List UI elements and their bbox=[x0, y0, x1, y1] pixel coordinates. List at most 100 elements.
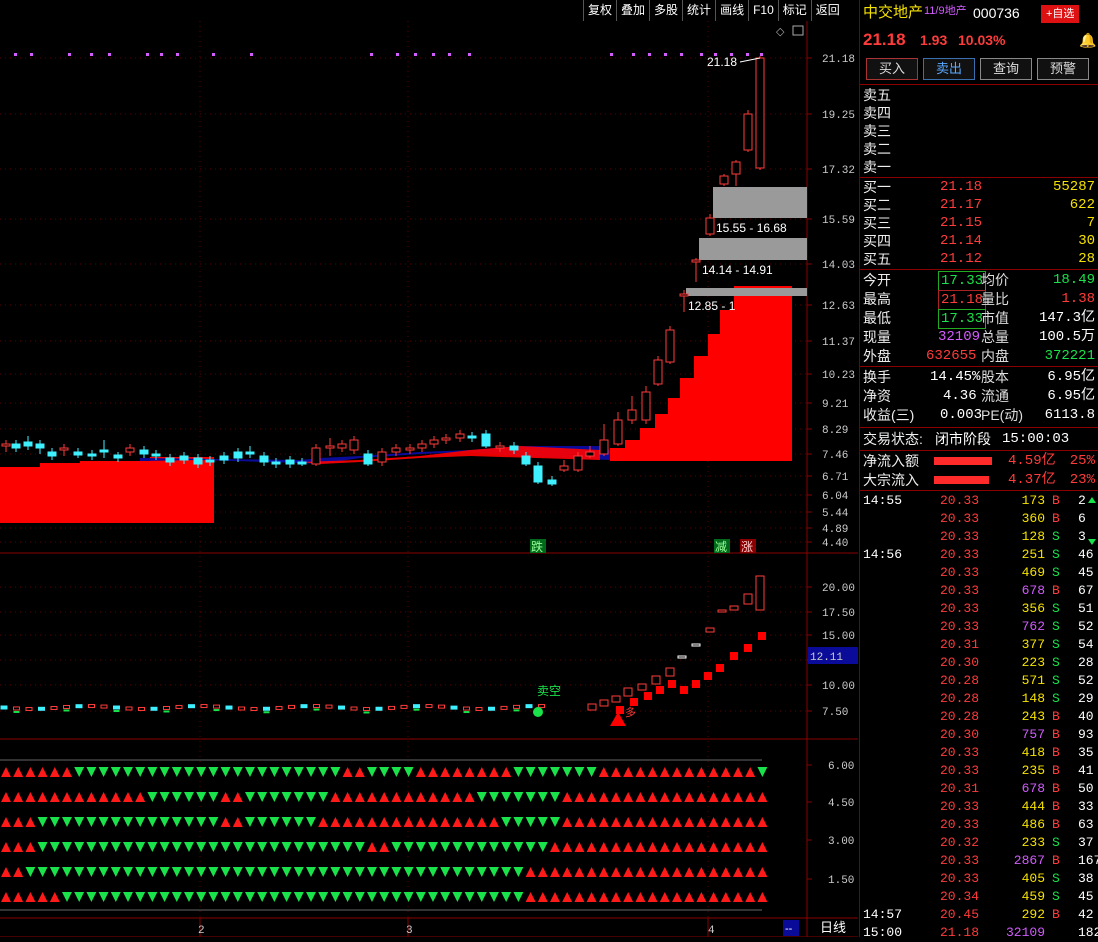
red-cost-area bbox=[0, 457, 214, 523]
kline-chart[interactable]: 15.55 - 16.68 14.14 - 14.91 12.85 - 1 21… bbox=[0, 21, 858, 937]
signal-rise: 涨 bbox=[741, 539, 753, 554]
x-label-2: 2 bbox=[198, 925, 205, 937]
x-label-3: 3 bbox=[406, 925, 413, 937]
tick-row: 15:0021.18321091827 bbox=[863, 925, 1098, 940]
tick-row: 20.33 486 B 63 bbox=[940, 817, 1094, 832]
volume-ratio-value: 1.38 bbox=[1061, 291, 1095, 307]
tick-row: 20.33 762 S 52 bbox=[940, 619, 1094, 634]
buy-level-3: 买三 21.15 7 bbox=[863, 215, 1095, 231]
tick-row: 20.33 360 B 6 bbox=[940, 511, 1086, 526]
main-y-tick: 11.37 bbox=[822, 337, 855, 349]
sell-level-4: 卖四 bbox=[863, 105, 891, 121]
bell-icon[interactable]: 🔔 bbox=[1079, 31, 1096, 49]
fuquan-button[interactable]: 复权 bbox=[583, 0, 616, 21]
zone-label-3: 12.85 - 1 bbox=[688, 299, 736, 313]
x-label-4: 4 bbox=[708, 925, 715, 937]
f10-button[interactable]: F10 bbox=[748, 0, 778, 21]
sell-level-2: 卖二 bbox=[863, 141, 891, 157]
tick-row: 20.30 223 S 28 bbox=[940, 655, 1094, 670]
main-y-tick: 14.03 bbox=[822, 260, 855, 272]
signal-triangles bbox=[1, 767, 768, 902]
tick-row: 20.33 678 B 67 bbox=[940, 583, 1094, 598]
avg-value: 18.49 bbox=[1052, 272, 1095, 288]
tick-row: 20.30 757 B 93 bbox=[940, 727, 1094, 742]
draw-line-button[interactable]: 画线 bbox=[715, 0, 748, 21]
trade-status: 交易状态: 闭市阶段 15:00:03 bbox=[863, 431, 1070, 447]
alert-button[interactable]: 预警 bbox=[1037, 58, 1089, 80]
main-y-tick: 4.89 bbox=[822, 524, 848, 536]
tick-row: 20.31 377 S 54 bbox=[940, 637, 1094, 652]
tick-row: 20.33 469 S 45 bbox=[940, 565, 1094, 580]
net-inflow: 净流入额 4.59亿 25% bbox=[863, 453, 1095, 469]
sub-y-tick: 10.00 bbox=[822, 681, 855, 693]
query-button[interactable]: 查询 bbox=[980, 58, 1032, 80]
top-dots bbox=[14, 53, 763, 56]
signal-drop: 跌 bbox=[531, 539, 543, 554]
main-y-tick: 6.71 bbox=[822, 472, 849, 484]
share-capital-value: 6.95亿 bbox=[1047, 369, 1095, 385]
nav-button: -- bbox=[785, 923, 793, 935]
tick-row: 14:56 20.33 251 S 46 bbox=[863, 547, 1094, 562]
sub-y-tick: 17.50 bbox=[822, 608, 855, 620]
main-y-tick: 17.32 bbox=[822, 165, 855, 177]
main-y-tick: 19.25 bbox=[822, 110, 855, 122]
main-y-tick: 9.21 bbox=[822, 399, 849, 411]
main-y-tick: 6.04 bbox=[822, 491, 849, 503]
sub-chart-candles bbox=[0, 575, 766, 714]
main-y-tick: 10.23 bbox=[822, 370, 855, 382]
buy-level-4: 买四 21.14 30 bbox=[863, 233, 1095, 249]
buy-level-5: 买五 21.12 28 bbox=[863, 251, 1095, 267]
sell-button[interactable]: 卖出 bbox=[923, 58, 975, 80]
tick-row: 20.28 571 S 52 bbox=[940, 673, 1094, 688]
stats-button[interactable]: 统计 bbox=[682, 0, 715, 21]
period-day-button: 日线 bbox=[820, 920, 846, 935]
tick-row: 14:55 20.33 173 B 2 bbox=[863, 493, 1086, 508]
outer-volume: 632655 bbox=[926, 348, 977, 364]
sell-level-3: 卖三 bbox=[863, 123, 891, 139]
main-y-tick: 7.46 bbox=[822, 450, 848, 462]
last-price: 21.18 bbox=[863, 30, 906, 49]
market-value: 147.3亿 bbox=[1038, 310, 1095, 326]
high-annotation: 21.18 bbox=[707, 55, 737, 69]
add-watchlist-button[interactable]: +自选 bbox=[1041, 5, 1080, 23]
tick-row: 20.33 235 B 41 bbox=[940, 763, 1094, 778]
tick-row: 20.31 678 B 50 bbox=[940, 781, 1094, 796]
multi-stock-button[interactable]: 多股 bbox=[649, 0, 682, 21]
main-y-tick: 21.18 bbox=[822, 54, 855, 66]
chart-toolbar: 复权 叠加 多股 统计 画线 F10 标记 返回 bbox=[583, 0, 844, 21]
float-value: 6.95亿 bbox=[1047, 388, 1095, 404]
high-value: 21.18 bbox=[938, 290, 987, 310]
stock-name: 中交地产 bbox=[863, 4, 924, 21]
tick-row: 20.33 356 S 51 bbox=[940, 601, 1094, 616]
zone-box-2 bbox=[699, 238, 807, 260]
zone-label-1: 15.55 - 16.68 bbox=[716, 221, 787, 235]
diamond-icon: ◇ bbox=[776, 26, 785, 38]
quote-panel: 中交地产 11/9地产 000736 +自选 21.18 1.93 10.03%… bbox=[859, 0, 1098, 940]
inner-volume: 372221 bbox=[1044, 348, 1095, 364]
block-inflow: 大宗流入 4.37亿 23% bbox=[863, 472, 1095, 488]
buy-button[interactable]: 买入 bbox=[866, 58, 918, 80]
tick-row: 20.33 2867 B 167 bbox=[940, 853, 1098, 868]
stock-header: 中交地产 11/9地产 000736 +自选 bbox=[860, 4, 1098, 26]
cost-distribution-left bbox=[0, 457, 214, 523]
back-button[interactable]: 返回 bbox=[810, 0, 844, 21]
signal-reduce: 减 bbox=[715, 540, 727, 554]
tick-row: 20.32 233 S 37 bbox=[940, 835, 1094, 850]
tick-scrollbar[interactable] bbox=[1086, 497, 1098, 549]
sub2-y-axis: 6.00 4.50 3.00 1.50 bbox=[807, 761, 854, 887]
tick-row: 20.33 418 B 35 bbox=[940, 745, 1094, 760]
sub-y-tick: 15.00 bbox=[822, 631, 855, 643]
tick-row: 20.28 243 B 40 bbox=[940, 709, 1094, 724]
total-volume: 100.5万 bbox=[1038, 329, 1095, 345]
overlay-button[interactable]: 叠加 bbox=[616, 0, 649, 21]
current-volume: 32109 bbox=[938, 329, 981, 345]
sub-y-tick: 20.00 bbox=[822, 583, 855, 595]
open-value: 17.33 bbox=[938, 271, 987, 291]
turnover-value: 14.45% bbox=[930, 369, 981, 385]
sub-current-value: 12.11 bbox=[810, 652, 843, 664]
eps-value: 0.003 bbox=[940, 407, 983, 423]
zone-box-3 bbox=[686, 288, 807, 296]
mark-button[interactable]: 标记 bbox=[777, 0, 811, 21]
buy-level-1: 买一 21.18 55287 bbox=[863, 179, 1095, 195]
sell-level-1: 卖一 bbox=[863, 159, 891, 175]
